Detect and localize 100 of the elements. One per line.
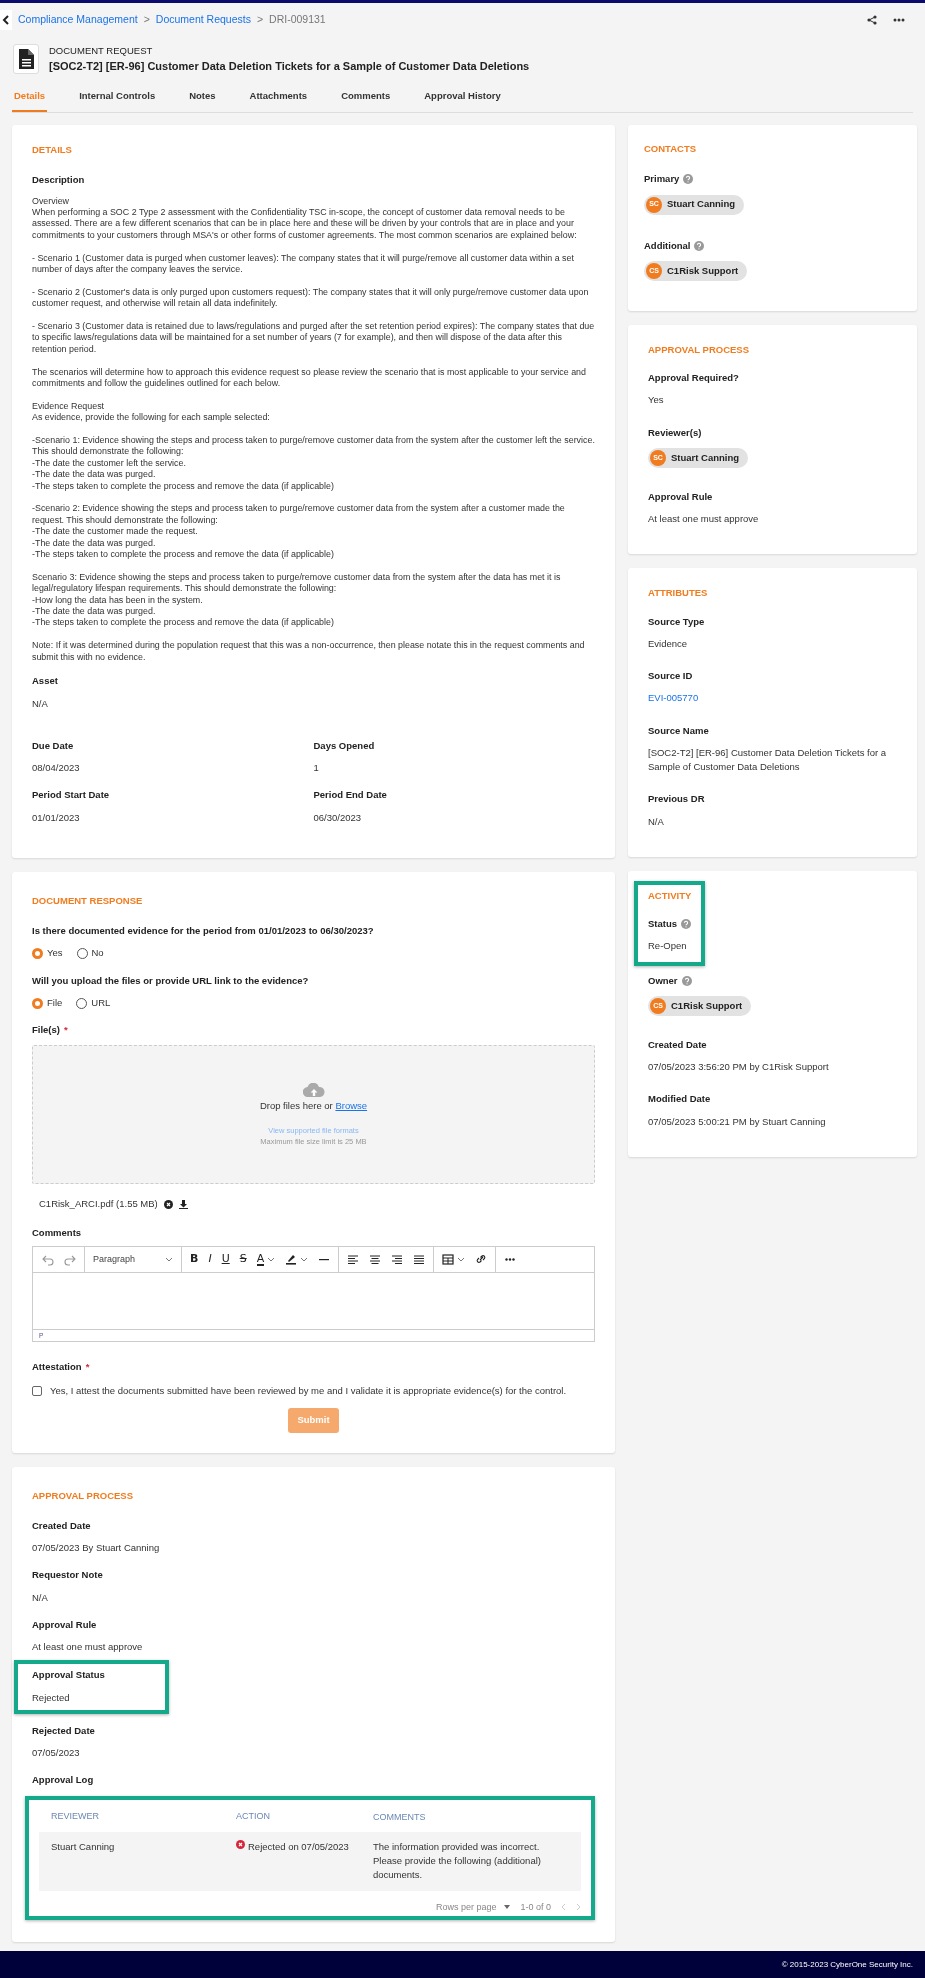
radio-option[interactable]: No <box>76 946 104 961</box>
text-color-button[interactable]: A <box>251 1248 281 1271</box>
question-label: Will you upload the files or provide URL link to the evidence? <box>32 973 310 988</box>
field-label: Additional <box>644 238 691 253</box>
field-value: 06/30/2023 <box>313 810 363 825</box>
underline-button[interactable]: U <box>216 1248 235 1271</box>
person-name: C1Risk Support <box>671 998 743 1013</box>
field-value: N/A <box>648 814 665 829</box>
share-icon[interactable] <box>867 15 877 25</box>
copyright-text: © 2015-2023 CyberOne Security Inc. <box>781 1958 913 1971</box>
help-icon[interactable] <box>681 975 692 986</box>
field-label: Due Date <box>32 738 75 753</box>
align-center-icon[interactable] <box>369 1252 382 1266</box>
tab[interactable]: Approval History <box>422 82 503 112</box>
breadcrumb-link[interactable]: Document Requests <box>155 12 251 28</box>
section-heading: APPROVAL PROCESS <box>32 1488 134 1503</box>
record-type: DOCUMENT REQUEST <box>49 44 154 58</box>
field-label: Period Start Date <box>32 788 111 803</box>
tab[interactable]: Internal Controls <box>77 82 158 112</box>
description-paragraph: The scenarios will determine how to approach this evidence request so please review the scenario that is most applicable to your service and commitments and follow the guidelines outlined for each below. <box>32 366 587 390</box>
more-icon[interactable] <box>893 18 905 22</box>
record-title: [SOC2-T2] [ER-96] Customer Data Deletion Tickets for a Sample of Customer Data Deletions <box>49 59 530 75</box>
field-value: Re-Open <box>648 939 688 954</box>
field-label: Attestation <box>32 1360 82 1372</box>
highlight-icon[interactable] <box>285 1252 298 1266</box>
browse-link[interactable]: Browse <box>335 1099 368 1111</box>
attestation-text: Yes, I attest the documents submitted have been reviewed by me and I validate it is appropriate evidence(s) for the control. <box>50 1384 567 1399</box>
radio-option[interactable]: File <box>32 995 63 1011</box>
field-label: Source Type <box>648 614 705 629</box>
field-label: File(s) <box>32 1024 60 1036</box>
field-label: Days Opened <box>313 738 376 753</box>
field-label: Source Name <box>648 723 709 738</box>
checkbox[interactable] <box>32 1386 42 1397</box>
required-asterisk: * <box>85 1360 90 1372</box>
radio-option[interactable]: URL <box>76 995 111 1011</box>
cloud-upload-icon <box>302 1082 325 1097</box>
section-heading: ATTRIBUTES <box>648 586 709 601</box>
column-header: REVIEWER <box>51 1809 100 1823</box>
format-dropdown[interactable]: Paragraph <box>88 1248 178 1271</box>
align-right-icon[interactable] <box>391 1252 404 1266</box>
field-value: Evidence <box>648 636 689 651</box>
description-paragraph: Evidence Request As evidence, provide the following for each sample selected: <box>32 400 271 424</box>
rows-per-page-label: Rows per page <box>435 1900 497 1914</box>
section-heading: CONTACTS <box>644 142 698 156</box>
dropdown-caret-icon[interactable] <box>504 1905 511 1910</box>
tab[interactable]: Comments <box>339 82 393 112</box>
field-value: 08/04/2023 <box>32 761 81 776</box>
description-paragraph: - Scenario 3 (Customer data is retained due to laws/regulations and purged after the set retention period expires): The company states that due to specific laws/regulations data will be maintained for a set number of years (7 for example), and then will dispose of the data after this retention period. <box>32 320 595 356</box>
field-label: Primary <box>644 172 680 187</box>
justify-icon[interactable] <box>413 1252 426 1266</box>
description-paragraph: -Scenario 2: Evidence showing the steps and process taken to purge/remove customer data from the system after a customer made the request. This should demonstrate the following: -The date the customer made the request. -The date the data was purged. -The steps taken to complete the process and remove the data (if applicable) <box>32 503 566 561</box>
tab[interactable]: Attachments <box>247 82 310 112</box>
remove-icon[interactable] <box>163 1200 173 1210</box>
question-label: Is there documented evidence for the period from 01/01/2023 to 06/30/2023? <box>32 924 375 939</box>
tab[interactable]: Notes <box>187 82 218 112</box>
person-name: Stuart Canning <box>671 450 740 465</box>
source-link[interactable]: EVI-005770 <box>648 691 897 706</box>
field-label: Approval Rule <box>648 489 713 504</box>
caret-icon <box>457 1256 466 1262</box>
align-left-icon[interactable] <box>347 1252 360 1266</box>
italic-button[interactable]: I <box>203 1248 217 1271</box>
field-label: Asset <box>32 674 59 689</box>
bold-button[interactable]: B <box>185 1248 204 1271</box>
field-label: Modified Date <box>648 1092 711 1107</box>
field-label: Source ID <box>648 669 693 683</box>
description-paragraph: - Scenario 2 (Customer's data is only purged upon customers request): The company states that it will only purge/remove customer data upon customer request, and otherwise will retain all data indefinitely. <box>32 286 590 310</box>
back-icon <box>2 15 10 25</box>
radio-option[interactable]: Yes <box>32 946 63 961</box>
field-value: 07/05/2023 3:56:20 PM by C1Risk Support <box>648 1060 830 1074</box>
field-label: Approval Required? <box>648 371 739 385</box>
field-label: Owner <box>648 973 678 988</box>
required-asterisk: * <box>64 1024 68 1036</box>
page-range: 1-0 of 0 <box>520 1900 551 1914</box>
column-header: ACTION <box>236 1809 271 1823</box>
breadcrumb-separator: > <box>143 12 150 28</box>
field-label: Created Date <box>32 1518 92 1533</box>
caret-icon <box>267 1256 276 1262</box>
strikethrough-button[interactable]: S <box>234 1248 252 1271</box>
table-icon[interactable] <box>442 1252 455 1266</box>
download-icon[interactable] <box>178 1200 188 1210</box>
field-label: Status <box>648 917 678 931</box>
field-label: Approval Log <box>32 1773 95 1788</box>
back-button[interactable] <box>0 10 12 30</box>
table-cell-text: The information provided was incorrect. Please provide the following (additional) documents. <box>372 1839 542 1882</box>
field-label: Description <box>32 173 86 188</box>
document-icon <box>18 49 34 70</box>
link-icon[interactable] <box>475 1252 488 1266</box>
table-cell-text: Stuart Canning <box>51 1839 116 1854</box>
help-icon[interactable] <box>694 240 705 251</box>
field-value: N/A <box>32 1590 49 1605</box>
field-label: Created Date <box>648 1037 707 1052</box>
help-icon[interactable] <box>681 919 692 930</box>
field-value: 07/05/2023 <box>32 1746 81 1761</box>
help-icon[interactable] <box>683 174 694 185</box>
field-value: 01/01/2023 <box>32 810 81 825</box>
breadcrumb-link[interactable]: Compliance Management <box>18 12 138 28</box>
description-paragraph: Scenario 3: Evidence showing the steps and process taken to purge/remove customer data from the system after the data has met it is legal/regulatory lifespan requirements. This should demonstrate the following: -How long the data has been in the system. -The date the data was purged. -The steps taken to complete the process and remove the data (if applicable) <box>32 571 562 629</box>
field-value: Rejected <box>32 1690 71 1705</box>
description-paragraph: -Scenario 1: Evidence showing the steps and process taken to purge/remove customer data from the system after the customer left the service. This should demonstrate the following: -The date the customer left the service. -The date the data was purged. -The steps taken to complete the process and remove the data (if applicable) <box>32 434 595 492</box>
field-label: Rejected Date <box>32 1723 96 1738</box>
